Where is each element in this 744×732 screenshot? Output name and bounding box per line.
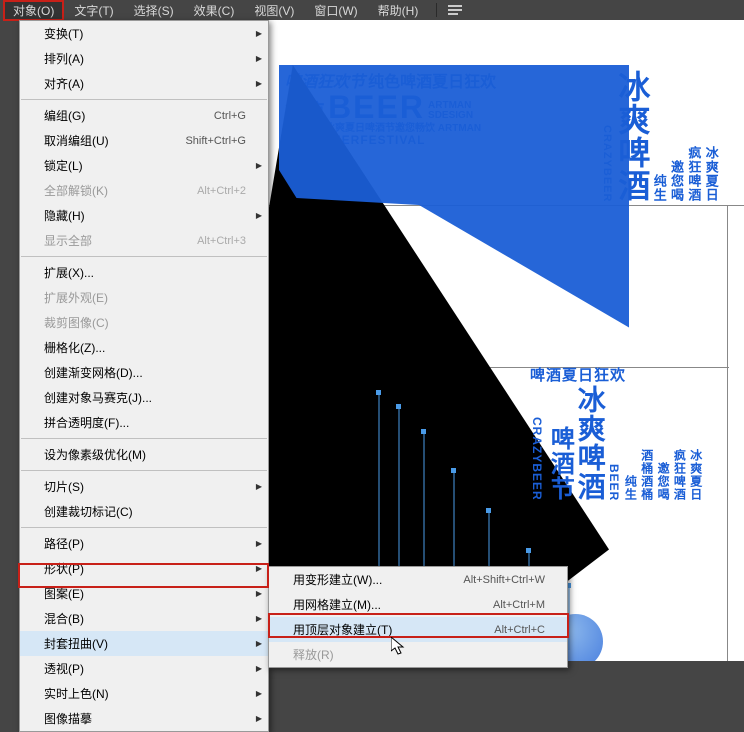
menu-view[interactable]: 视图(V) (244, 0, 304, 21)
menu-help[interactable]: 帮助(H) (368, 0, 429, 21)
object-menu-dropdown: 变换(T) 排列(A) 对齐(A) 编组(G)Ctrl+G 取消编组(U)Shi… (19, 20, 269, 732)
menubar: 对象(O) 文字(T) 选择(S) 效果(C) 视图(V) 窗口(W) 帮助(H… (0, 0, 744, 20)
menu-path[interactable]: 路径(P) (20, 531, 268, 556)
cursor-icon (391, 637, 407, 660)
menu-image-trace[interactable]: 图像描摹 (20, 706, 268, 731)
envelope-distort-submenu: 用变形建立(W)...Alt+Shift+Ctrl+W 用网格建立(M)...A… (268, 566, 568, 668)
submenu-release: 释放(R) (269, 642, 567, 667)
separator (21, 438, 267, 439)
menu-crop-marks[interactable]: 创建裁切标记(C) (20, 499, 268, 524)
menu-object-mosaic[interactable]: 创建对象马赛克(J)... (20, 385, 268, 410)
menu-hide[interactable]: 隐藏(H) (20, 203, 268, 228)
menu-transform[interactable]: 变换(T) (20, 21, 268, 46)
menu-lock[interactable]: 锁定(L) (20, 153, 268, 178)
menu-perspective[interactable]: 透视(P) (20, 656, 268, 681)
menu-object[interactable]: 对象(O) (3, 0, 64, 21)
menu-window[interactable]: 窗口(W) (304, 0, 367, 21)
menu-gradient-mesh[interactable]: 创建渐变网格(D)... (20, 360, 268, 385)
menu-group[interactable]: 编组(G)Ctrl+G (20, 103, 268, 128)
menu-flatten-transparency[interactable]: 拼合透明度(F)... (20, 410, 268, 435)
menu-pixel-perfect[interactable]: 设为像素级优化(M) (20, 442, 268, 467)
menu-select[interactable]: 选择(S) (124, 0, 184, 21)
submenu-make-with-mesh[interactable]: 用网格建立(M)...Alt+Ctrl+M (269, 592, 567, 617)
menu-unlock-all: 全部解锁(K)Alt+Ctrl+2 (20, 178, 268, 203)
menu-expand-appearance: 扩展外观(E) (20, 285, 268, 310)
menu-type[interactable]: 文字(T) (64, 0, 123, 21)
menu-shape[interactable]: 形状(P) (20, 556, 268, 581)
menu-show-all: 显示全部Alt+Ctrl+3 (20, 228, 268, 253)
toolbar-icon[interactable] (445, 3, 465, 17)
separator (21, 527, 267, 528)
menu-crop-image: 裁剪图像(C) (20, 310, 268, 335)
menu-expand[interactable]: 扩展(X)... (20, 260, 268, 285)
menu-slice[interactable]: 切片(S) (20, 474, 268, 499)
separator (21, 256, 267, 257)
menu-envelope-distort[interactable]: 封套扭曲(V) (20, 631, 268, 656)
submenu-make-with-top-object[interactable]: 用顶层对象建立(T)Alt+Ctrl+C (269, 617, 567, 642)
canvas[interactable]: 啤酒狂欢节 纯色啤酒夏日狂欢 疯凉 BEER ARTMANSDESIGN 纯生啤… (269, 20, 744, 661)
menu-pattern[interactable]: 图案(E) (20, 581, 268, 606)
separator (436, 3, 437, 17)
submenu-make-with-warp[interactable]: 用变形建立(W)...Alt+Shift+Ctrl+W (269, 567, 567, 592)
menu-ungroup[interactable]: 取消编组(U)Shift+Ctrl+G (20, 128, 268, 153)
separator (21, 99, 267, 100)
separator (21, 470, 267, 471)
menu-arrange[interactable]: 排列(A) (20, 46, 268, 71)
menu-live-paint[interactable]: 实时上色(N) (20, 681, 268, 706)
menu-rasterize[interactable]: 栅格化(Z)... (20, 335, 268, 360)
menu-blend[interactable]: 混合(B) (20, 606, 268, 631)
menu-align[interactable]: 对齐(A) (20, 71, 268, 96)
menu-effect[interactable]: 效果(C) (184, 0, 245, 21)
